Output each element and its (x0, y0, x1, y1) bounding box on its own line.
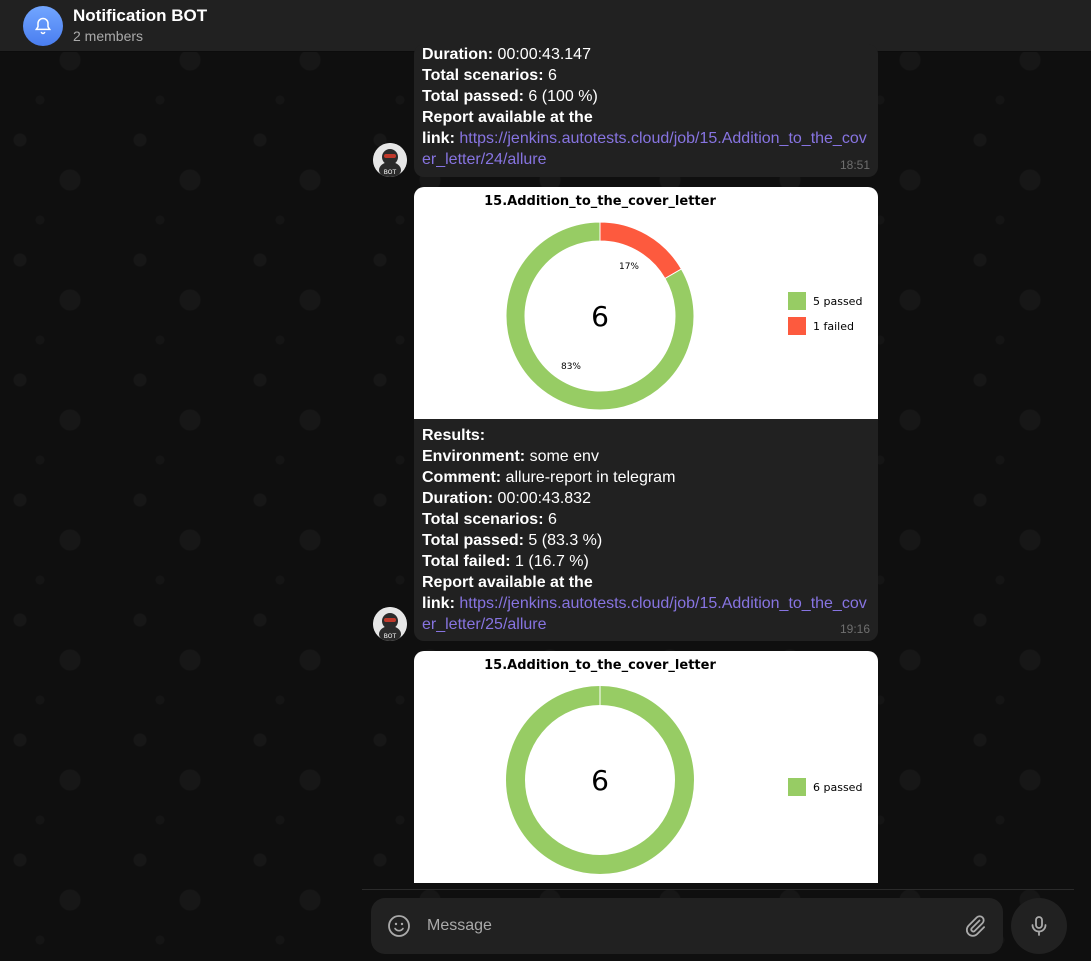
message-line: Duration: 00:00:43.832 (422, 490, 591, 507)
report-link[interactable]: https://jenkins.autotests.cloud/job/15.A… (422, 595, 867, 633)
attach-button[interactable] (963, 914, 987, 938)
bot-avatar[interactable]: BOT (373, 607, 407, 641)
bot-avatar-image: BOT (373, 607, 407, 641)
legend-label: 5 passed (813, 295, 862, 308)
pie-chart: 15.Addition_to_the_cover_letter 6 6 passed (484, 658, 862, 874)
message-line: Environment: some env (422, 448, 599, 465)
chart-title: 15.Addition_to_the_cover_letter (484, 658, 716, 673)
message-line: Comment: allure-report in telegram (422, 469, 676, 486)
chart-title: 15.Addition_to_the_cover_letter (484, 194, 716, 209)
chat-member-count: 2 members (73, 28, 144, 44)
microphone-icon (1031, 916, 1047, 936)
legend-swatch (788, 778, 806, 796)
emoji-button[interactable] (387, 914, 411, 938)
chart-center-total: 6 (591, 764, 609, 797)
pie-slice-failed (599, 221, 683, 280)
message-line: Report available at the (422, 574, 593, 591)
bot-avatar-image: BOT (373, 143, 407, 177)
bell-icon (34, 17, 52, 34)
bot-avatar[interactable]: BOT (373, 143, 407, 177)
voice-record-button[interactable] (1011, 898, 1067, 954)
message-line: link: https://jenkins.autotests.cloud/jo… (422, 130, 867, 168)
chart-center-total: 6 (591, 300, 609, 333)
paperclip-icon (966, 915, 985, 937)
message-line: Report available at the (422, 109, 593, 126)
legend-label: 1 failed (813, 320, 854, 333)
message-bubble[interactable]: Duration: 00:00:43.147 Total scenarios: … (414, 44, 878, 177)
message-bubble[interactable]: 15.Addition_to_the_cover_letter 17% 83% 6 5 … (414, 187, 878, 641)
message-composer[interactable] (371, 898, 1003, 954)
allure-chart-image[interactable]: 15.Addition_to_the_cover_letter 17% 83% 6 5 … (414, 187, 878, 419)
chat-title[interactable]: Notification BOT (73, 6, 207, 26)
legend-swatch (788, 317, 806, 335)
message-line: Total passed: 6 (100 %) (422, 88, 598, 105)
message-line: Total scenarios: 6 (422, 67, 557, 84)
message-line: Total scenarios: 6 (422, 511, 557, 528)
chat-avatar[interactable] (23, 5, 63, 46)
slice-percent-label: 17% (619, 262, 639, 272)
message-time: 19:16 (839, 622, 870, 636)
message-bubble[interactable]: 15.Addition_to_the_cover_letter 6 6 passed (414, 651, 878, 883)
smile-icon (388, 915, 410, 937)
message-line: Total passed: 5 (83.3 %) (422, 532, 603, 549)
legend-swatch (788, 292, 806, 310)
message-line: Results: (422, 427, 486, 444)
message-line: Total failed: 1 (16.7 %) (422, 553, 589, 570)
message-line: Duration: 00:00:43.147 (422, 46, 591, 63)
svg-text:BOT: BOT (384, 169, 397, 176)
pie-chart: 15.Addition_to_the_cover_letter 17% 83% 6 5 … (484, 194, 862, 411)
composer-divider (362, 889, 1074, 890)
message-input[interactable] (427, 917, 927, 935)
svg-text:BOT: BOT (384, 633, 397, 640)
legend-label: 6 passed (813, 781, 862, 794)
slice-percent-label: 83% (561, 362, 581, 372)
message-line: link: https://jenkins.autotests.cloud/jo… (422, 595, 867, 633)
message-time: 18:51 (839, 158, 870, 172)
report-link[interactable]: https://jenkins.autotests.cloud/job/15.A… (422, 130, 867, 168)
allure-chart-image[interactable]: 15.Addition_to_the_cover_letter 6 6 passed (414, 651, 878, 883)
